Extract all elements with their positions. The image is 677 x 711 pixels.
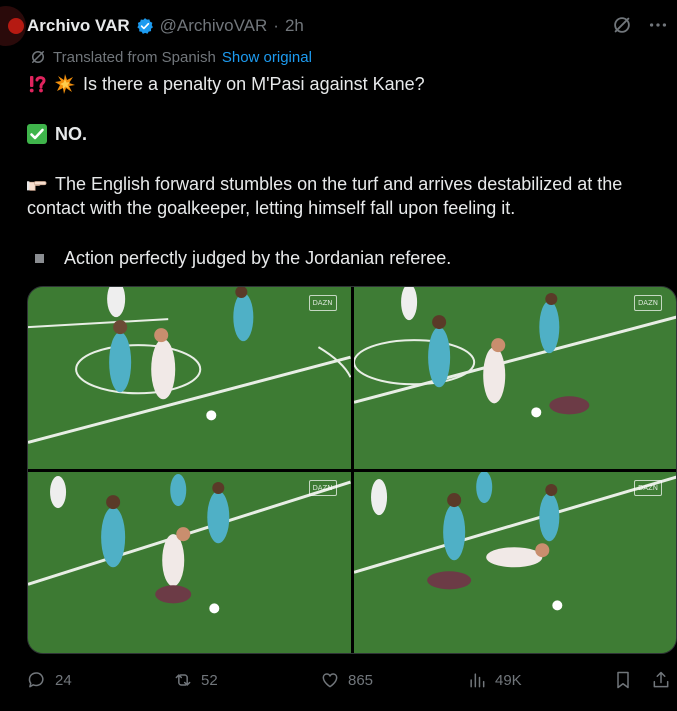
views-button[interactable]: 49K <box>467 668 522 692</box>
show-original-link[interactable]: Show original <box>222 49 312 66</box>
check-mark-icon <box>27 124 47 144</box>
dazn-watermark: DAZN <box>308 479 337 496</box>
grok-icon[interactable] <box>611 14 633 36</box>
action-bar: 24 52 865 49K <box>27 668 677 692</box>
translate-icon <box>32 51 44 63</box>
post-line-explanation: The English forward stumbles on the turf… <box>27 174 623 218</box>
pitch-scene <box>353 287 676 469</box>
reply-icon <box>28 672 44 688</box>
avatar[interactable] <box>0 6 26 46</box>
post-line-verdict: Action perfectly judged by the Jordanian… <box>64 248 452 268</box>
media-image-1[interactable]: DAZN <box>28 287 351 469</box>
media-image-4[interactable]: DAZN <box>353 471 676 653</box>
dazn-watermark: DAZN <box>634 295 662 311</box>
media-image-3[interactable]: DAZN <box>28 471 351 653</box>
reply-button[interactable]: 24 <box>27 668 72 692</box>
pitch-scene <box>28 471 351 653</box>
verified-badge-icon <box>137 18 153 34</box>
translation-note: Translated from Spanish Show original <box>29 47 312 67</box>
media-image-2[interactable]: DAZN <box>353 287 676 469</box>
repost-icon <box>175 674 191 686</box>
collision-icon <box>55 74 75 94</box>
repost-count: 52 <box>201 671 218 689</box>
top-actions <box>611 14 669 36</box>
pitch-scene <box>353 471 676 653</box>
pointing-hand-icon <box>27 174 47 194</box>
dazn-watermark: DAZN <box>634 479 662 496</box>
post-line-question: Is there a penalty on M'Pasi against Kan… <box>83 74 425 94</box>
post-line-answer: NO. <box>55 124 88 144</box>
bookmark-button[interactable] <box>613 668 633 692</box>
translated-label: Translated from Spanish <box>53 48 216 66</box>
post-body: Is there a penalty on M'Pasi against Kan… <box>27 72 672 270</box>
more-icon[interactable] <box>647 14 669 36</box>
views-icon <box>470 673 485 688</box>
post-header: Archivo VAR @ArchivoVAR · 2h <box>27 14 304 38</box>
media-grid[interactable]: DAZN DAZN DAZN DAZN <box>27 286 677 654</box>
interrobang-icon <box>27 74 47 94</box>
like-button[interactable]: 865 <box>320 668 373 692</box>
reply-count: 24 <box>55 671 72 689</box>
share-icon <box>653 671 669 688</box>
views-count: 49K <box>495 671 522 689</box>
post-time[interactable]: 2h <box>285 16 304 36</box>
dazn-watermark: DAZN <box>308 295 337 311</box>
like-icon <box>322 673 338 688</box>
author-name[interactable]: Archivo VAR <box>27 16 130 36</box>
pitch-scene <box>28 287 351 469</box>
bookmark-icon <box>617 671 629 689</box>
author-handle[interactable]: @ArchivoVAR <box>160 16 268 36</box>
share-button[interactable] <box>651 668 671 692</box>
square-bullet-icon <box>35 254 44 263</box>
separator-dot: · <box>273 16 279 35</box>
like-count: 865 <box>348 671 374 689</box>
repost-button[interactable]: 52 <box>173 668 218 692</box>
